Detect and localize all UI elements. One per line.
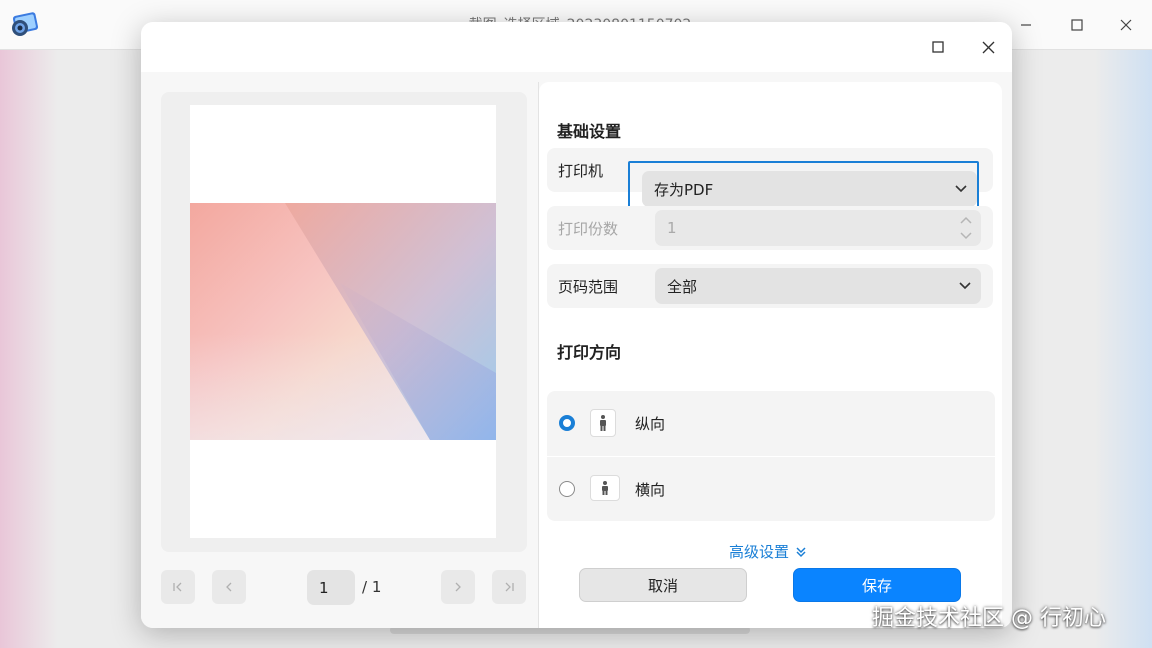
last-page-button[interactable]: [492, 570, 526, 604]
minimize-icon[interactable]: [1014, 14, 1038, 36]
last-page-icon: [505, 582, 514, 592]
first-page-button[interactable]: [161, 570, 195, 604]
chevron-right-icon: [455, 582, 461, 592]
app-icon: [10, 11, 40, 39]
cancel-button[interactable]: 取消: [579, 568, 747, 602]
orientation-portrait-option[interactable]: 纵向: [547, 391, 995, 455]
next-page-button[interactable]: [441, 570, 475, 604]
landscape-radio[interactable]: [559, 481, 575, 497]
maximize-icon[interactable]: [1065, 14, 1089, 36]
landscape-label: 横向: [635, 481, 666, 499]
advanced-settings-label: 高级设置: [729, 543, 790, 561]
page-range-value: 全部: [667, 277, 698, 296]
orientation-title: 打印方向: [557, 343, 622, 362]
orientation-group: 纵向 横向: [547, 391, 995, 521]
chevron-left-icon: [226, 582, 232, 592]
preview-area: [161, 92, 527, 552]
portrait-label: 纵向: [635, 415, 666, 433]
copies-row: 打印份数 1: [547, 206, 993, 250]
print-dialog: 1 / 1 基础设置 打印机 存为PDF 打印份数 1 页码范围 全部 打印方向…: [141, 22, 1012, 628]
double-chevron-down-icon: [796, 546, 806, 557]
maximize-icon[interactable]: [927, 36, 949, 58]
printer-select[interactable]: 存为PDF: [642, 171, 977, 207]
portrait-radio[interactable]: [559, 415, 575, 431]
background-window-title: 截图_选择区域_20230801150702: [380, 14, 780, 22]
page-total: / 1: [362, 578, 382, 596]
advanced-settings-link[interactable]: 高级设置: [729, 541, 807, 562]
copies-label: 打印份数: [558, 220, 619, 238]
settings-pane: 基础设置 打印机 存为PDF 打印份数 1 页码范围 全部 打印方向 纵向 横向…: [539, 82, 1002, 628]
first-page-icon: [173, 582, 182, 592]
preview-page: [190, 105, 496, 538]
previous-page-button[interactable]: [212, 570, 246, 604]
page-range-select[interactable]: 全部: [655, 268, 981, 304]
save-button[interactable]: 保存: [793, 568, 961, 602]
page-range-row: 页码范围 全部: [547, 264, 993, 308]
orientation-landscape-option[interactable]: 横向: [547, 457, 995, 521]
preview-image: [190, 203, 496, 440]
chevron-down-icon: [955, 185, 967, 193]
printer-label: 打印机: [558, 162, 604, 180]
close-icon[interactable]: [1114, 14, 1138, 36]
printer-select-value: 存为PDF: [654, 180, 714, 199]
close-icon[interactable]: [977, 36, 999, 58]
spin-arrows-icon[interactable]: [959, 214, 973, 242]
watermark-text: 掘金技术社区 @ 行初心: [872, 606, 1106, 631]
portrait-person-icon: [590, 409, 616, 437]
dialog-titlebar: [141, 22, 1012, 72]
page-range-label: 页码范围: [558, 278, 619, 296]
chevron-down-icon: [959, 282, 971, 290]
page-number-input[interactable]: 1: [307, 570, 355, 605]
preview-pane: 1 / 1: [141, 82, 538, 628]
copies-value: 1: [667, 219, 677, 237]
basic-settings-title: 基础设置: [557, 122, 622, 141]
landscape-person-icon: [590, 475, 620, 501]
copies-spinbox[interactable]: 1: [655, 210, 981, 246]
